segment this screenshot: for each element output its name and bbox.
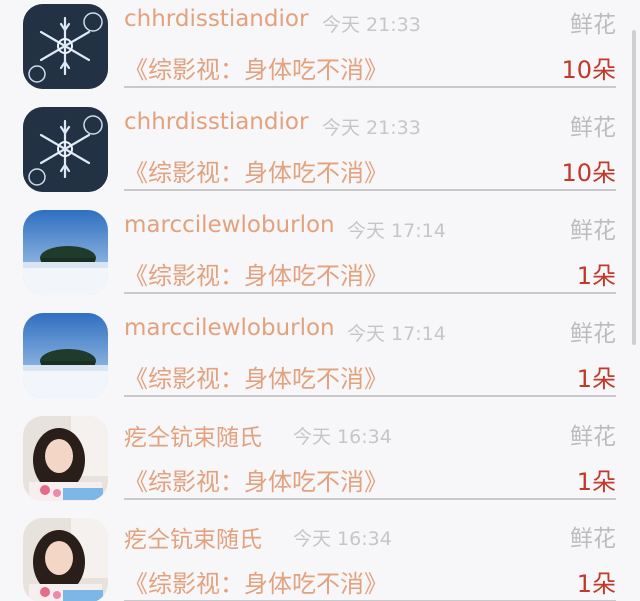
list-item[interactable]: 疙仝钪束随氏 今天 16:34 鲜花 《综影视：身体吃不消》 1朵 xyxy=(0,412,640,515)
list-item[interactable]: 疙仝钪束随氏 今天 16:34 鲜花 《综影视：身体吃不消》 1朵 xyxy=(0,514,640,601)
gift-type-label: 鲜花 xyxy=(570,424,616,450)
gift-type-label: 鲜花 xyxy=(570,321,616,347)
divider xyxy=(124,86,616,88)
username[interactable]: marccilewloburlon xyxy=(124,212,335,238)
book-title[interactable]: 《综影视：身体吃不消》 xyxy=(124,153,388,188)
timestamp: 今天 21:33 xyxy=(322,117,421,139)
girl-photo-avatar[interactable] xyxy=(23,518,108,601)
girl-photo-avatar[interactable] xyxy=(23,416,108,501)
gift-type-label: 鲜花 xyxy=(570,115,616,141)
gift-type-label: 鲜花 xyxy=(570,12,616,38)
timestamp: 今天 17:14 xyxy=(347,323,446,345)
divider xyxy=(124,292,616,294)
gift-count: 1朵 xyxy=(576,570,616,598)
username[interactable]: marccilewloburlon xyxy=(124,315,335,341)
gift-count: 10朵 xyxy=(561,159,616,187)
snowy-trees-avatar[interactable] xyxy=(23,210,108,295)
divider xyxy=(124,498,616,500)
gift-count: 1朵 xyxy=(576,468,616,496)
timestamp: 今天 16:34 xyxy=(293,426,392,448)
gift-type-label: 鲜花 xyxy=(570,526,616,552)
list-item[interactable]: marccilewloburlon 今天 17:14 鲜花 《综影视：身体吃不消… xyxy=(0,206,640,309)
scrollbar[interactable] xyxy=(632,30,636,345)
timestamp: 今天 17:14 xyxy=(347,220,446,242)
snowflake-avatar[interactable] xyxy=(23,107,108,192)
book-title[interactable]: 《综影视：身体吃不消》 xyxy=(124,359,388,394)
book-title[interactable]: 《综影视：身体吃不消》 xyxy=(124,50,388,85)
list-item[interactable]: chhrdisstiandior 今天 21:33 鲜花 《综影视：身体吃不消》… xyxy=(0,0,640,103)
list-item[interactable]: marccilewloburlon 今天 17:14 鲜花 《综影视：身体吃不消… xyxy=(0,309,640,412)
gift-type-label: 鲜花 xyxy=(570,218,616,244)
book-title[interactable]: 《综影视：身体吃不消》 xyxy=(124,462,388,497)
snowflake-avatar[interactable] xyxy=(23,4,108,89)
username[interactable]: 疙仝钪束随氏 xyxy=(124,418,262,452)
gift-count: 1朵 xyxy=(576,365,616,393)
divider xyxy=(124,395,616,397)
timestamp: 今天 16:34 xyxy=(293,528,392,550)
username[interactable]: chhrdisstiandior xyxy=(124,109,308,135)
book-title[interactable]: 《综影视：身体吃不消》 xyxy=(124,256,388,291)
gift-count: 10朵 xyxy=(561,56,616,84)
snowy-trees-avatar[interactable] xyxy=(23,313,108,398)
username[interactable]: chhrdisstiandior xyxy=(124,6,308,32)
username[interactable]: 疙仝钪束随氏 xyxy=(124,520,262,554)
divider xyxy=(124,189,616,191)
book-title[interactable]: 《综影视：身体吃不消》 xyxy=(124,564,388,599)
gift-count: 1朵 xyxy=(576,262,616,290)
gift-record-list: chhrdisstiandior 今天 21:33 鲜花 《综影视：身体吃不消》… xyxy=(0,0,640,601)
timestamp: 今天 21:33 xyxy=(322,14,421,36)
list-item[interactable]: chhrdisstiandior 今天 21:33 鲜花 《综影视：身体吃不消》… xyxy=(0,103,640,206)
